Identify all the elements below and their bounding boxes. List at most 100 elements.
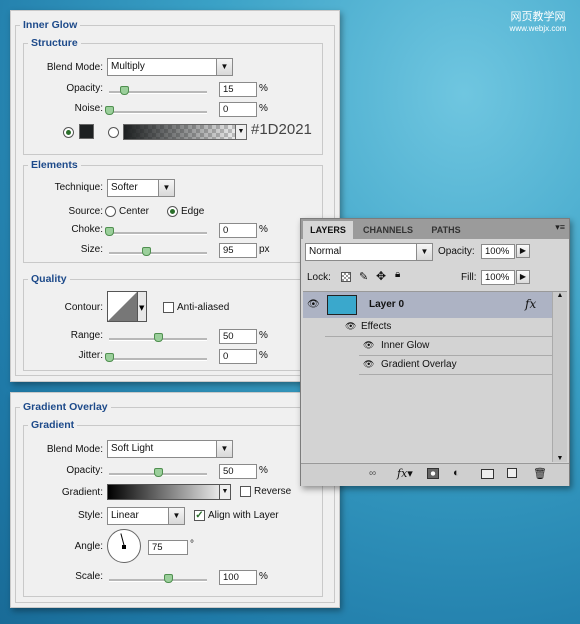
go-opacity-slider-thumb[interactable] bbox=[154, 468, 163, 477]
opacity-slider-arrow-icon[interactable]: ▶ bbox=[516, 244, 530, 258]
technique-value: Softer bbox=[111, 182, 138, 193]
choke-slider[interactable] bbox=[105, 227, 207, 236]
range-input[interactable]: 50 bbox=[219, 329, 257, 344]
gradient-radio[interactable] bbox=[108, 127, 119, 138]
effect-row-inner-glow[interactable]: 👁︎ Inner Glow bbox=[359, 337, 553, 356]
layers-scrollbar[interactable]: ▲ ▼ bbox=[552, 292, 567, 462]
visibility-eye-icon[interactable]: 👁︎ bbox=[307, 299, 320, 310]
scroll-down-icon[interactable]: ▼ bbox=[553, 455, 567, 462]
go-blend-mode-label: Blend Mode: bbox=[46, 444, 103, 455]
range-slider[interactable] bbox=[109, 333, 207, 342]
scale-label: Scale: bbox=[75, 571, 103, 582]
panel-menu-icon[interactable]: ▾≡ bbox=[555, 222, 565, 233]
choke-label: Choke: bbox=[71, 224, 103, 235]
inner-glow-title: Inner Glow bbox=[23, 19, 78, 31]
lock-transparent-icon[interactable] bbox=[341, 272, 351, 282]
size-slider-thumb[interactable] bbox=[142, 247, 152, 256]
opacity-label: Opacity: bbox=[66, 83, 103, 94]
delete-layer-icon[interactable]: 🗑︎ bbox=[533, 467, 547, 480]
svg-text:▼: ▼ bbox=[139, 304, 145, 312]
style-label: Style: bbox=[77, 510, 103, 521]
noise-input[interactable]: 0 bbox=[219, 102, 257, 117]
gradient-overlay-title: Gradient Overlay bbox=[23, 401, 108, 413]
structure-legend: Structure bbox=[31, 37, 78, 49]
go-blend-mode-select[interactable]: Soft Light ▼ bbox=[107, 440, 233, 458]
opacity-unit: % bbox=[259, 83, 268, 94]
layer-row-layer-0[interactable]: 👁︎ Layer 0 fx bbox=[303, 292, 553, 318]
choke-input[interactable]: 0 bbox=[219, 223, 257, 238]
tab-paths[interactable]: PATHS bbox=[423, 221, 469, 239]
chevron-down-icon: ▼ bbox=[219, 485, 230, 499]
technique-select[interactable]: Softer ▼ bbox=[107, 179, 175, 197]
layer-thumbnail bbox=[327, 295, 357, 315]
choke-unit: % bbox=[259, 224, 268, 235]
angle-dial-center bbox=[122, 545, 126, 549]
gradient-overlay-panel: Gradient Overlay Gradient Blend Mode: So… bbox=[10, 392, 340, 608]
scroll-up-icon[interactable]: ▲ bbox=[553, 292, 567, 299]
link-layers-icon[interactable]: ∞ bbox=[369, 468, 376, 479]
lock-position-icon[interactable]: ✥ bbox=[376, 269, 386, 283]
reverse-checkbox[interactable] bbox=[240, 486, 251, 497]
color-swatch[interactable] bbox=[79, 124, 94, 139]
range-slider-thumb[interactable] bbox=[154, 333, 163, 342]
lock-image-icon[interactable]: ✎ bbox=[359, 270, 368, 283]
adjustment-layer-icon[interactable]: ◐ bbox=[453, 467, 460, 479]
fx-icon[interactable]: fx bbox=[525, 297, 536, 311]
effect-row-gradient-overlay[interactable]: 👁︎ Gradient Overlay bbox=[359, 356, 553, 375]
layer-opacity-input[interactable]: 100% bbox=[481, 244, 515, 259]
color-radio[interactable] bbox=[63, 127, 74, 138]
layer-blend-mode-select[interactable]: Normal ▼ bbox=[305, 243, 433, 261]
style-select[interactable]: Linear ▼ bbox=[107, 507, 185, 525]
inner-glow-eye-icon[interactable]: 👁︎ bbox=[363, 340, 374, 351]
noise-slider[interactable] bbox=[105, 106, 207, 115]
scale-slider-thumb[interactable] bbox=[163, 574, 173, 583]
align-with-layer-checkbox[interactable]: ✓ bbox=[194, 510, 205, 521]
size-input[interactable]: 95 bbox=[219, 243, 257, 258]
angle-dial[interactable] bbox=[107, 529, 141, 563]
effects-row[interactable]: 👁︎ Effects bbox=[325, 318, 553, 337]
fill-input[interactable]: 100% bbox=[481, 270, 515, 285]
technique-label: Technique: bbox=[54, 182, 103, 193]
choke-slider-thumb[interactable] bbox=[105, 227, 114, 236]
new-layer-icon[interactable] bbox=[507, 468, 517, 478]
tab-channels[interactable]: CHANNELS bbox=[356, 221, 420, 239]
go-opacity-slider[interactable] bbox=[109, 468, 207, 477]
gradient-overlay-eye-icon[interactable]: 👁︎ bbox=[363, 359, 374, 370]
add-mask-icon[interactable] bbox=[427, 468, 439, 479]
source-edge-radio[interactable] bbox=[167, 206, 178, 217]
anti-aliased-checkbox[interactable] bbox=[163, 302, 174, 313]
scale-input[interactable]: 100 bbox=[219, 570, 257, 585]
scale-slider[interactable] bbox=[109, 574, 207, 583]
elements-legend: Elements bbox=[31, 159, 78, 171]
lock-all-icon[interactable]: 🔒︎ bbox=[395, 269, 400, 280]
go-opacity-label: Opacity: bbox=[66, 465, 103, 476]
effects-eye-icon[interactable]: 👁︎ bbox=[345, 321, 356, 332]
fill-slider-arrow-icon[interactable]: ▶ bbox=[516, 270, 530, 284]
noise-slider-thumb[interactable] bbox=[105, 106, 114, 115]
color-hex-label: #1D2021 bbox=[251, 121, 312, 138]
jitter-unit: % bbox=[259, 350, 268, 361]
go-gradient-picker[interactable]: ▼ bbox=[107, 484, 231, 500]
blend-mode-select[interactable]: Multiply ▼ bbox=[107, 58, 233, 76]
contour-picker[interactable]: ▼ bbox=[107, 291, 147, 323]
opacity-slider[interactable] bbox=[109, 86, 207, 95]
opacity-slider-thumb[interactable] bbox=[119, 86, 129, 95]
source-center-label: Center bbox=[119, 206, 150, 217]
layer-blend-mode-value: Normal bbox=[309, 246, 342, 257]
jitter-slider-thumb[interactable] bbox=[105, 353, 114, 362]
glow-gradient-picker[interactable]: ▼ bbox=[123, 124, 247, 140]
chevron-down-icon: ▼ bbox=[216, 59, 232, 75]
jitter-input[interactable]: 0 bbox=[219, 349, 257, 364]
layers-panel: LAYERS CHANNELS PATHS ▾≡ Normal ▼ Opacit… bbox=[300, 218, 570, 486]
tab-layers[interactable]: LAYERS bbox=[303, 221, 353, 239]
angle-input[interactable]: 75 bbox=[148, 540, 188, 555]
opacity-input[interactable]: 15 bbox=[219, 82, 257, 97]
source-center-radio[interactable] bbox=[105, 206, 116, 217]
chevron-down-icon: ▼ bbox=[416, 244, 432, 260]
noise-label: Noise: bbox=[74, 103, 103, 114]
add-style-fx-icon[interactable]: fx▾ bbox=[397, 467, 413, 480]
new-group-icon[interactable] bbox=[481, 469, 494, 479]
jitter-slider[interactable] bbox=[105, 353, 207, 362]
go-opacity-input[interactable]: 50 bbox=[219, 464, 257, 479]
size-slider[interactable] bbox=[109, 247, 207, 256]
